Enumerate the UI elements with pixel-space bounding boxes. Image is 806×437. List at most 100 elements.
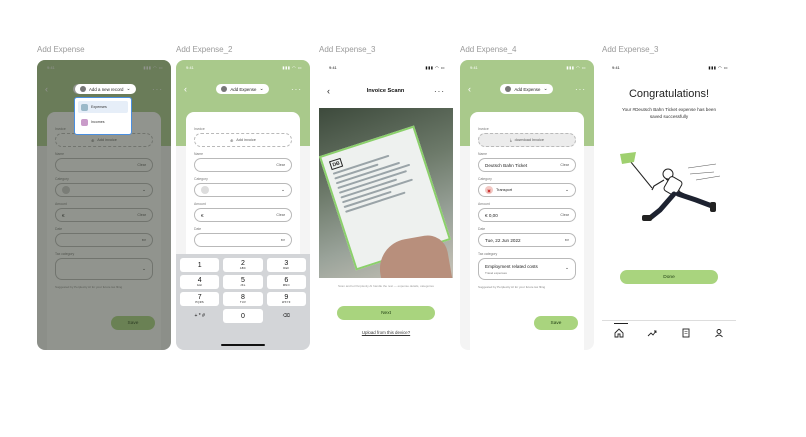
key-digit: 2 [241,260,245,267]
clear-button[interactable]: Clear [560,163,569,167]
record-icon [80,86,86,92]
signal-icons: ▮▮▮ ◠ ▭ [708,65,728,70]
clear-button[interactable]: Clear [276,213,285,217]
tax-category-select[interactable]: Employment related costs Travel expenses ⌄ [478,258,576,280]
upload-link[interactable]: Upload from this device? [319,330,453,335]
calendar-icon: ▭ [280,237,285,242]
clear-button[interactable]: Clear [276,163,285,167]
name-field[interactable]: Clear [194,158,292,172]
key-5[interactable]: 5 JKL [223,275,263,289]
key-0[interactable]: 0 [223,309,263,323]
home-icon[interactable] [612,326,626,340]
screen-congratulations: 9:41 ▮▮▮ ◠ ▭ Congratulations! Your #Deuts… [602,60,736,350]
key-digit: 9 [284,294,289,301]
date-field[interactable]: Tue, 22 Jun 2022 ▭ [478,233,576,247]
key-letters: TUV [239,301,247,304]
save-button[interactable]: Save [534,316,578,330]
screen-add-record: 9:41▮▮▮ ◠ ▭ ‹ Add a new record⌄ ··· Invo… [37,60,171,350]
amount-label: Amount [194,202,206,206]
congrats-title: Congratulations! [628,88,710,100]
expenses-icon [81,103,88,111]
add-invoice-field[interactable]: ⊕Add invoice [194,133,292,147]
document-icon[interactable] [679,326,693,340]
next-button[interactable]: Next [337,306,435,320]
status-time: 9:41 [612,65,620,70]
trend-icon[interactable] [645,326,659,340]
key-digit: 5 [241,277,245,284]
screen-invoice-scan: 9:41 ▮▮▮ ◠ ▭ ‹ Invoice Scann ··· DB Scan … [319,60,453,350]
bottom-tab-bar [602,320,736,350]
key-4[interactable]: 4 GHI [180,275,220,289]
tax-category-value: Employment related costs [485,263,538,269]
key-digit: 3 [284,260,289,267]
frame-label-add-expense-3: Add Expense_3 [319,45,376,54]
top-bar: ‹ Add Expense ⌄ ··· [468,82,586,96]
frame-label-add-expense: Add Expense [37,45,85,54]
dropdown-item-expenses[interactable]: Expenses [78,101,128,113]
status-time: 9:41 [470,65,478,70]
train-icon: ▣ [485,186,493,194]
incomes-icon [81,118,88,126]
record-icon [221,86,228,92]
top-bar: ‹ Add Expense ⌄ ··· [184,82,302,96]
more-icon[interactable]: ··· [434,87,445,96]
key-letters: WXYZ [281,301,291,304]
key-1[interactable]: 1 [180,258,220,272]
tax-category-sub: Travel expenses [485,270,507,275]
amount-field[interactable]: € 0,00 Clear [478,208,576,222]
back-icon[interactable]: ‹ [327,86,337,96]
frame-label-congrats: Add Expense_3 [602,45,659,54]
key-2[interactable]: 2 ABC [223,258,263,272]
screen-add-expense-keypad: 9:41 ▮▮▮ ◠ ▭ ‹ Add Expense ⌄ ··· Invoice ⊕… [176,60,310,350]
key-letters: ABC [239,267,247,270]
key-9[interactable]: 9 WXYZ [266,292,306,306]
key-letters: PQRS [195,301,204,304]
date-field[interactable]: ▭ [194,233,292,247]
status-bar: 9:41 ▮▮▮ ◠ ▭ [470,65,586,70]
key-digit: 6 [284,277,289,284]
active-tab-indicator [614,323,628,325]
chevron-down-icon: ⌄ [565,187,569,192]
category-select[interactable]: ▣ Transport ⌄ [478,183,576,197]
chevron-down-icon: ⌄ [126,86,131,92]
scan-hint: Scan and let Perplexity AI handle the re… [338,284,434,288]
key-3[interactable]: 3 DEF [266,258,306,272]
chevron-down-icon: ⌄ [281,187,285,192]
chevron-down-icon: ⌄ [543,86,548,92]
plus-icon: ⊕ [230,138,234,143]
status-bar: 9:41 ▮▮▮ ◠ ▭ [612,65,728,70]
congrats-message: Your #Deutsch Bahn Ticket expense has be… [621,107,717,119]
back-icon[interactable]: ‹ [184,84,194,94]
record-type-selector[interactable]: Add Expense ⌄ [216,84,269,94]
dropdown-item-label: Expenses [91,105,107,109]
key-7[interactable]: 7 PQRS [180,292,220,306]
key-symbols[interactable]: + * # [180,309,219,323]
category-label: Category [194,177,208,181]
tax-category-label: Tax category [478,252,498,256]
status-time: 9:41 [186,65,194,70]
download-icon: ⤓ [509,138,512,142]
dropdown-item-incomes[interactable]: Incomes [78,116,128,128]
clear-button[interactable]: Clear [560,213,569,217]
download-invoice-label: download Invoice [514,138,545,142]
name-label: Name [194,152,204,156]
record-type-selector[interactable]: Add Expense ⌄ [500,84,553,94]
name-field[interactable]: Deutsch Bahn Ticket Clear [478,158,576,172]
more-icon[interactable]: ··· [291,85,302,94]
amount-value: € 0,00 [485,212,498,218]
amount-label: Amount [478,202,490,206]
category-select[interactable]: ⌄ [194,183,292,197]
status-bar: 9:41 ▮▮▮ ◠ ▭ [186,65,302,70]
profile-icon[interactable] [712,326,726,340]
key-digit: 1 [197,261,202,269]
download-invoice-field[interactable]: ⤓ download Invoice [478,133,576,147]
signal-icons: ▮▮▮ ◠ ▭ [425,65,445,70]
done-button[interactable]: Done [620,270,718,284]
amount-field[interactable]: € Clear [194,208,292,222]
key-8[interactable]: 8 TUV [223,292,263,306]
key-6[interactable]: 6 MNO [266,275,306,289]
backspace-icon[interactable]: ⌫ [267,309,306,323]
more-icon[interactable]: ··· [575,85,586,94]
record-type-selector-open[interactable]: Add a new record ⌄ [75,84,136,94]
back-icon[interactable]: ‹ [468,84,478,94]
